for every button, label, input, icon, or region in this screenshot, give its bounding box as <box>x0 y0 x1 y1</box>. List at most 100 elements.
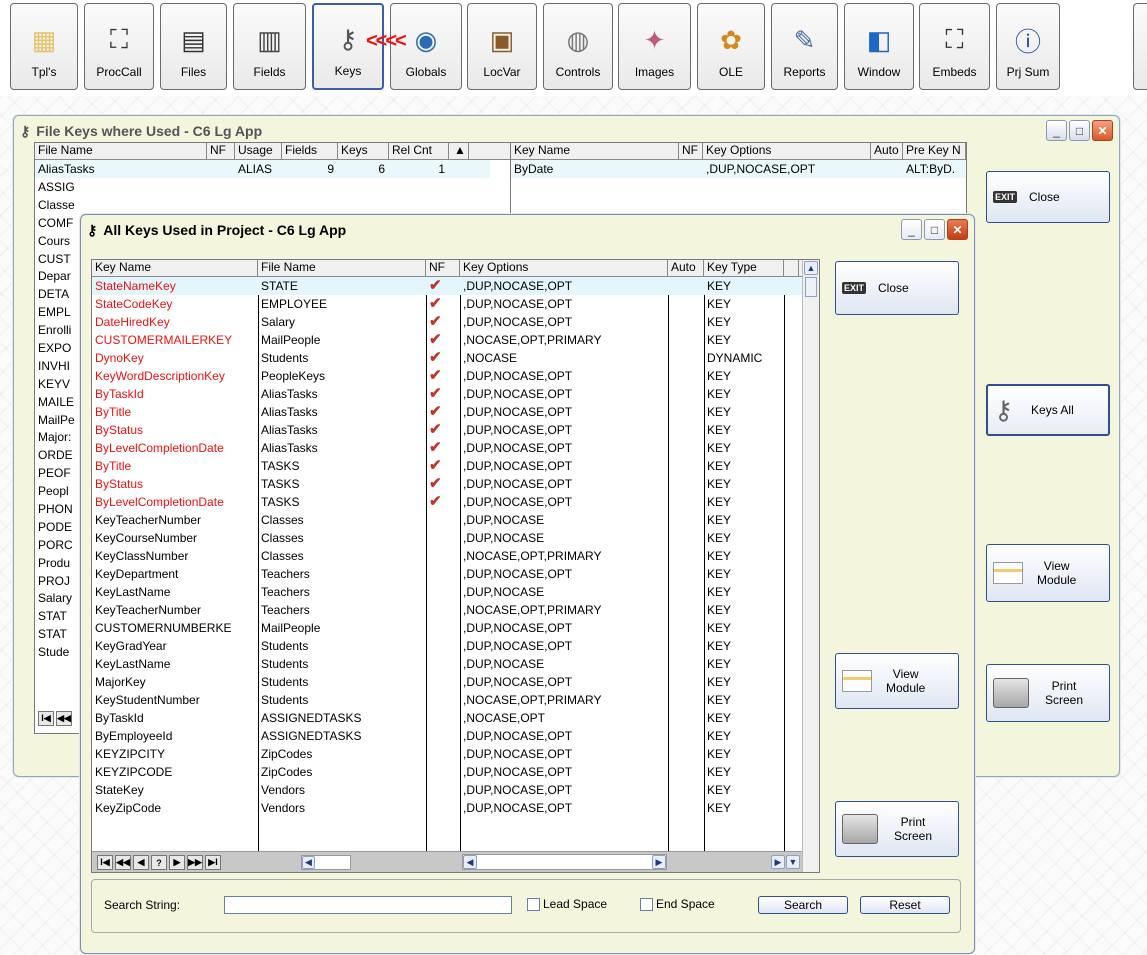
table-row[interactable]: ByEmployeeId ASSIGNEDTASKS ,DUP,NOCASE,OPT… <box>92 727 784 745</box>
options-h-scrollbar[interactable]: ◀ ▶ <box>462 854 667 870</box>
scroll-right-icon[interactable]: ▶ <box>771 855 785 869</box>
keys-all-button[interactable]: ⚷ Keys All <box>986 384 1110 436</box>
scroll-up-icon[interactable]: ▲ <box>449 143 469 159</box>
minimize-icon[interactable]: _ <box>1046 120 1067 141</box>
file-name-cell[interactable]: Stude <box>35 643 84 661</box>
scroll-left-icon[interactable]: ◀ <box>463 855 477 869</box>
col-relcnt[interactable]: Rel Cnt <box>389 143 449 159</box>
next-page-button[interactable]: ▶▶ <box>187 855 203 870</box>
close-icon[interactable]: ✕ <box>1092 120 1113 141</box>
toolbar-button-images[interactable]: ✦ Images <box>618 3 691 90</box>
toolbar-button-prjsum[interactable]: ⓘ Prj Sum <box>996 3 1060 90</box>
toolbar-button-files[interactable]: ▤ Files <box>160 3 227 90</box>
file-name-cell[interactable]: Major: <box>35 428 84 446</box>
table-row[interactable]: ByLevelCompletionDate AliasTasks ✔ ,DUP,NOC… <box>92 439 784 457</box>
toolbar-button-embeds[interactable]: ⛶ Embeds <box>919 3 990 90</box>
toolbar-button-controls[interactable]: ◍ Controls <box>543 3 613 90</box>
table-row[interactable]: ByTitle AliasTasks ✔ ,DUP,NOCASE,OPT KEY <box>92 403 784 421</box>
table-row[interactable]: KeyGradYear Students ,DUP,NOCASE,OPT KEY <box>92 637 784 655</box>
toolbar-button-reports[interactable]: ✎ Reports <box>771 3 838 90</box>
view-module-button[interactable]: View Module <box>986 544 1110 602</box>
help-button[interactable]: ? <box>151 855 167 870</box>
file-name-cell[interactable]: COMF <box>35 214 84 232</box>
table-row[interactable]: KeyDepartment Teachers ,DUP,NOCASE,OPT KEY <box>92 565 784 583</box>
next-record-button[interactable]: ▶ <box>169 855 185 870</box>
table-row[interactable]: ByTaskId ASSIGNEDTASKS ,NOCASE,OPT KEY <box>92 709 784 727</box>
col-key-name[interactable]: Key Name <box>92 260 258 276</box>
first-record-button[interactable]: I◀ <box>97 855 113 870</box>
table-row[interactable]: KeyClassNumber Classes ,NOCASE,OPT,PRIMARY… <box>92 547 784 565</box>
prev-record-button[interactable]: ◀ <box>133 855 149 870</box>
table-row[interactable]: ByTitle TASKS ✔ ,DUP,NOCASE,OPT KEY <box>92 457 784 475</box>
col-nf[interactable]: NF <box>207 143 235 159</box>
file-name-cell[interactable]: PHON <box>35 500 84 518</box>
toolbar-button-ole[interactable]: ✿ OLE <box>697 3 765 90</box>
scroll-left-icon[interactable]: ◀ <box>302 856 315 869</box>
file-name-cell[interactable]: INVHI <box>35 357 84 375</box>
file-name-cell[interactable]: PODE <box>35 518 84 536</box>
table-row[interactable]: KeyStudentNumber Students ,NOCASE,OPT,PRIM… <box>92 691 784 709</box>
file-name-cell[interactable]: Depar <box>35 267 84 285</box>
table-row[interactable]: DynoKey Students ✔ ,NOCASE DYNAMIC <box>92 349 784 367</box>
table-row[interactable]: StateKey Vendors ,DUP,NOCASE,OPT KEY <box>92 781 784 799</box>
reset-button[interactable]: Reset <box>860 896 950 914</box>
table-row[interactable]: ByStatus TASKS ✔ ,DUP,NOCASE,OPT KEY <box>92 475 784 493</box>
scroll-down-icon[interactable]: ▼ <box>786 855 800 869</box>
col-key-nf[interactable]: NF <box>679 143 703 159</box>
col-fields[interactable]: Fields <box>282 143 338 159</box>
search-button[interactable]: Search <box>758 896 848 914</box>
table-row[interactable]: KeyLastName Teachers ,DUP,NOCASE KEY <box>92 583 784 601</box>
toolbar-edge-button[interactable] <box>1133 3 1147 90</box>
toolbar-button-locvar[interactable]: ▣ LocVar <box>467 3 537 90</box>
vertical-scrollbar[interactable]: ▲ <box>802 260 819 872</box>
maximize-icon[interactable]: □ <box>924 219 945 240</box>
table-row[interactable]: ByTaskId AliasTasks ✔ ,DUP,NOCASE,OPT KEY <box>92 385 784 403</box>
file-name-cell[interactable]: Cours <box>35 232 84 250</box>
file-name-cell[interactable]: CUST <box>35 250 84 268</box>
col-key-name[interactable]: Key Name <box>511 143 679 159</box>
table-row[interactable]: MajorKey Students ,DUP,NOCASE,OPT KEY <box>92 673 784 691</box>
table-row[interactable]: KeyTeacherNumber Teachers ,NOCASE,OPT,PRIM… <box>92 601 784 619</box>
table-row[interactable]: ByStatus AliasTasks ✔ ,DUP,NOCASE,OPT KEY <box>92 421 784 439</box>
file-name-cell[interactable]: DETA <box>35 285 84 303</box>
checkbox-box[interactable] <box>640 898 653 912</box>
table-row[interactable]: KeyTeacherNumber Classes ,DUP,NOCASE KEY <box>92 511 784 529</box>
file-name-cell[interactable]: Peopl <box>35 482 84 500</box>
keys-row-selected[interactable]: ByDate ,DUP,NOCASE,OPT ALT:ByD. <box>511 160 966 178</box>
print-screen-button[interactable]: Print Screen <box>835 801 959 857</box>
maximize-icon[interactable]: □ <box>1069 120 1090 141</box>
col-auto[interactable]: Auto <box>668 260 704 276</box>
scroll-right-icon[interactable]: ▶ <box>652 855 666 869</box>
last-record-button[interactable]: ▶I <box>205 855 221 870</box>
file-name-cell[interactable]: Produ <box>35 554 84 572</box>
end-space-checkbox[interactable]: End Space <box>640 897 715 912</box>
col-file-name[interactable]: File Name <box>35 143 207 159</box>
h-scrollbar-left[interactable]: ◀ <box>301 855 351 870</box>
file-name-cell[interactable]: PROJ <box>35 572 84 590</box>
prev-page-button[interactable]: ◀◀ <box>115 855 131 870</box>
table-row[interactable]: KEYZIPCITY ZipCodes ,DUP,NOCASE,OPT KEY <box>92 745 784 763</box>
print-screen-button[interactable]: Print Screen <box>986 664 1110 722</box>
scroll-thumb[interactable] <box>805 277 817 297</box>
col-keys[interactable]: Keys <box>338 143 389 159</box>
file-name-cell[interactable]: Classe <box>35 196 84 214</box>
table-row[interactable]: DateHiredKey Salary ✔ ,DUP,NOCASE,OPT KEY <box>92 313 784 331</box>
toolbar-button-fields[interactable]: ▥ Fields <box>233 3 306 90</box>
toolbar-button-proccall[interactable]: ⛶ ProcCall <box>84 3 154 90</box>
table-row[interactable]: StateCodeKey EMPLOYEE ✔ ,DUP,NOCASE,OPT KEY <box>92 295 784 313</box>
col-key-options[interactable]: Key Options <box>460 260 668 276</box>
file-name-cell[interactable]: MailPe <box>35 411 84 429</box>
h-scrollbar-right[interactable]: ▶ ▼ <box>771 855 800 869</box>
file-name-cell[interactable]: Enrolli <box>35 321 84 339</box>
toolbar-button-window[interactable]: ◧ Window <box>844 3 914 90</box>
table-row[interactable]: CUSTOMERMAILERKEY MailPeople ✔ ,NOCASE,OPT,… <box>92 331 784 349</box>
col-nf[interactable]: NF <box>426 260 460 276</box>
table-row[interactable]: KeyCourseNumber Classes ,DUP,NOCASE KEY <box>92 529 784 547</box>
table-row[interactable]: ByLevelCompletionDate TASKS ✔ ,DUP,NOCASE,O… <box>92 493 784 511</box>
table-row[interactable]: KeyLastName Students ,DUP,NOCASE KEY <box>92 655 784 673</box>
file-name-cell[interactable]: STAT <box>35 625 84 643</box>
file-name-cell[interactable]: PORC <box>35 536 84 554</box>
scroll-up-icon[interactable]: ▲ <box>804 261 818 275</box>
file-name-cell[interactable]: KEYV <box>35 375 84 393</box>
file-name-cell[interactable]: ORDE <box>35 446 84 464</box>
